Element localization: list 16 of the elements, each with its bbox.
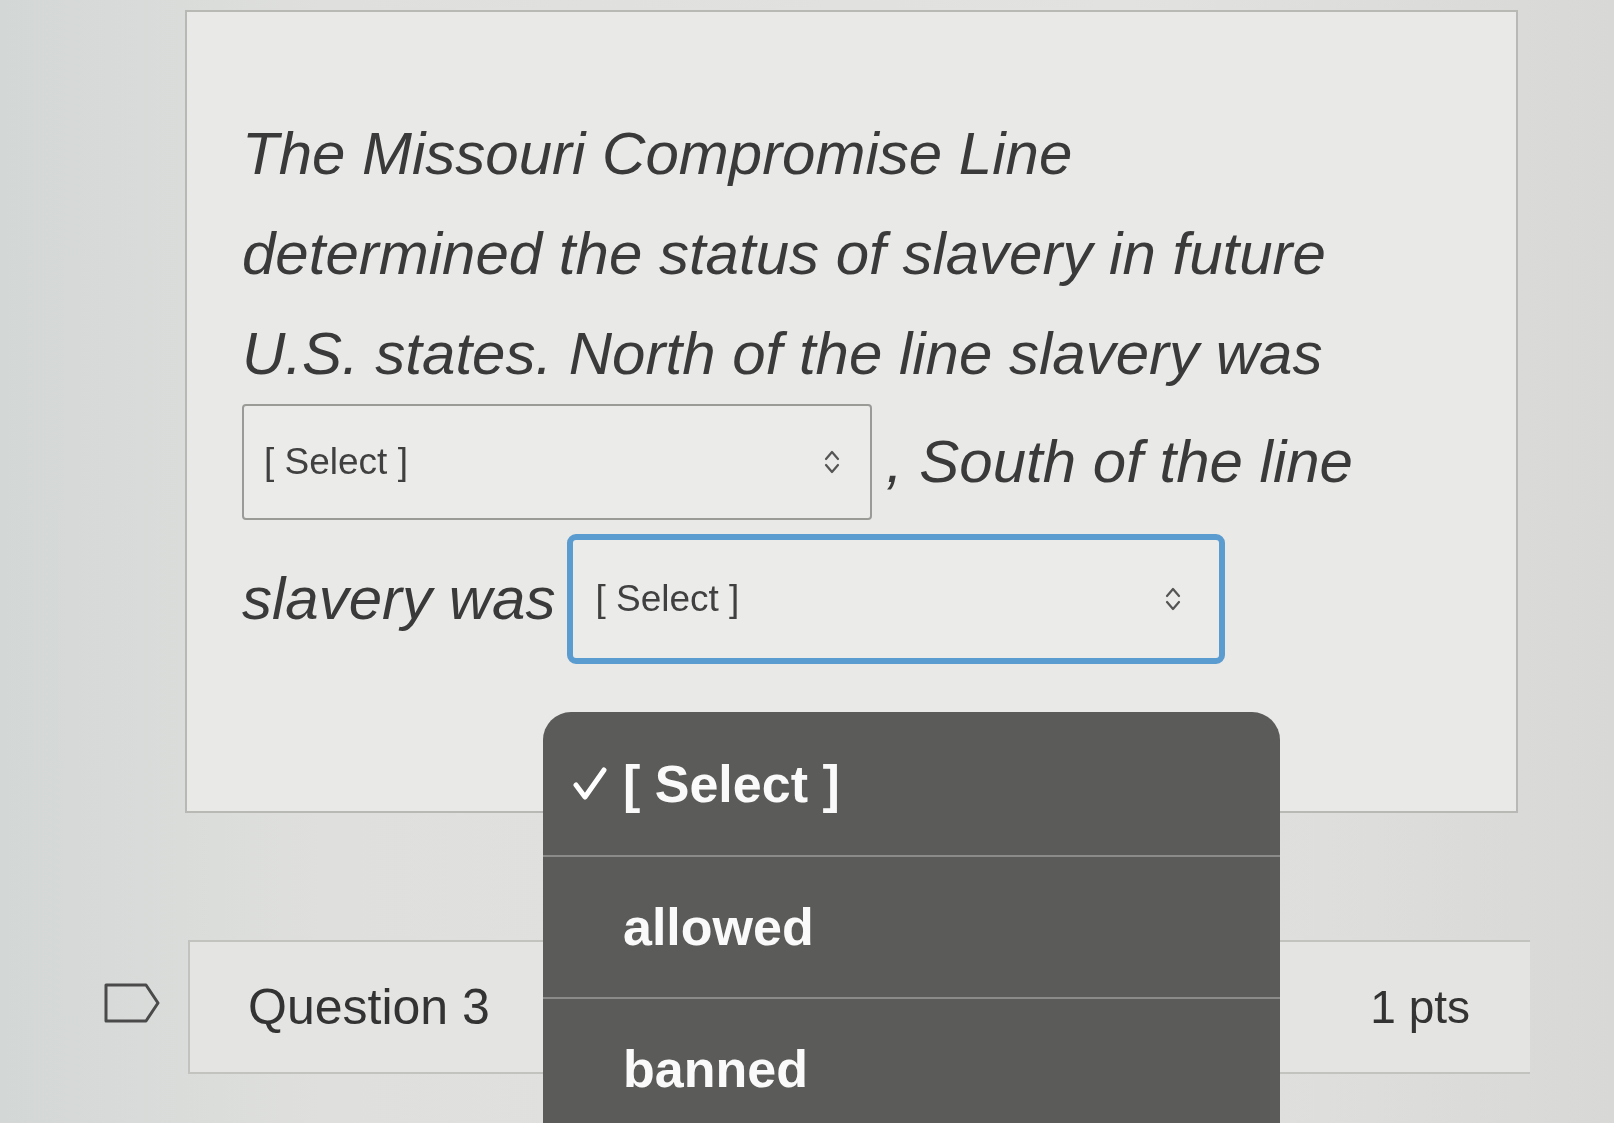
- chevron-updown-icon: [1165, 586, 1182, 612]
- answer-dropdown[interactable]: [ Select ]: [567, 534, 1226, 664]
- question-text: slavery was: [242, 564, 556, 634]
- checkmark-icon: [573, 766, 607, 801]
- dropdown-option[interactable]: banned: [543, 997, 1280, 1123]
- question-text: , South of the line: [886, 427, 1353, 497]
- dropdown-option[interactable]: [ Select ]: [543, 712, 1280, 855]
- question-text: The Missouri Compromise Line: [242, 119, 1073, 189]
- points-label: 1 pts: [1370, 980, 1470, 1034]
- flag-icon[interactable]: [104, 983, 160, 1023]
- dropdown-option[interactable]: allowed: [543, 855, 1280, 997]
- answer-dropdown[interactable]: [ Select ]: [242, 404, 872, 520]
- chevron-updown-icon: [824, 449, 840, 475]
- question-title: Question 3: [248, 978, 490, 1036]
- question-text: U.S. states. North of the line slavery was: [242, 319, 1323, 389]
- question-text: determined the status of slavery in future: [242, 219, 1326, 289]
